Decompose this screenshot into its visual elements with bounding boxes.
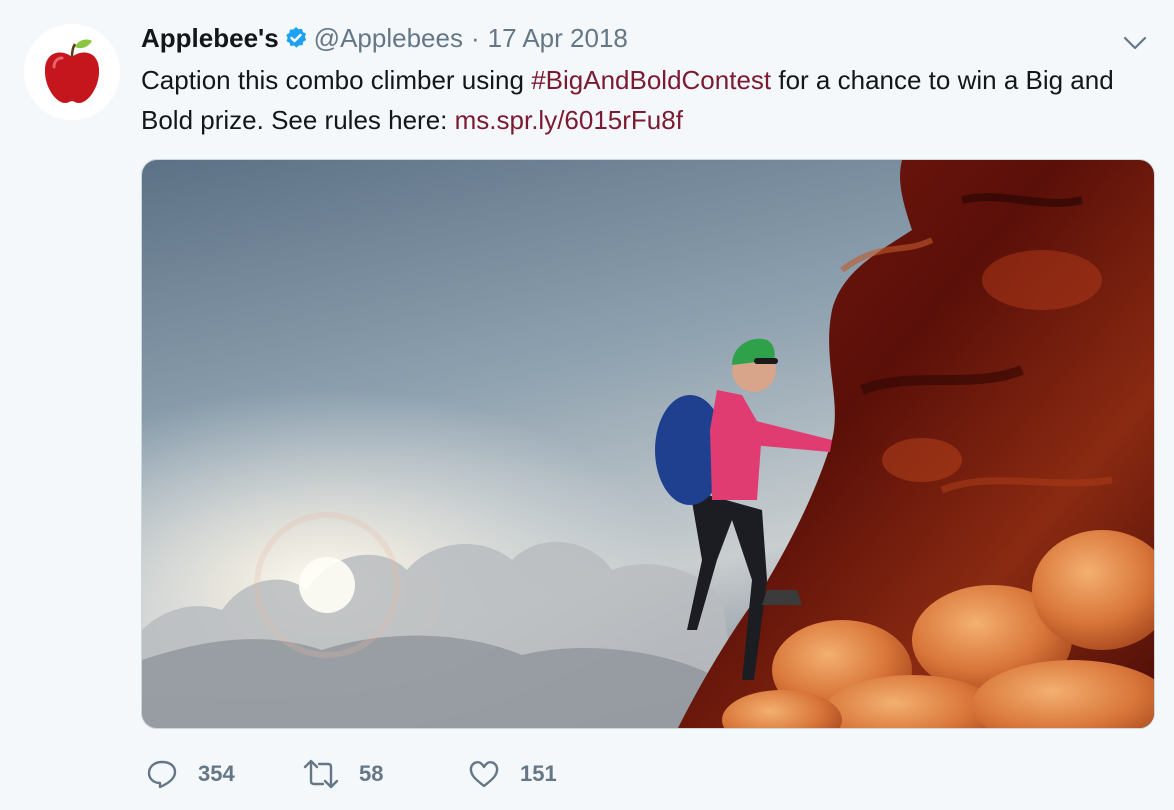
tweet-text: Caption this combo climber using #BigAnd… [141, 60, 1141, 140]
retweet-icon [303, 759, 339, 789]
retweet-count: 58 [359, 761, 384, 786]
chevron-down-icon [1123, 36, 1147, 50]
reply-icon [147, 760, 177, 789]
tweet-text-intro: Caption this combo climber using [141, 65, 532, 95]
avatar[interactable] [24, 24, 120, 120]
retweet-button[interactable]: 58 [303, 759, 468, 789]
reply-count: 354 [198, 761, 235, 786]
tweet-date[interactable]: 17 Apr 2018 [488, 23, 628, 54]
media-image [142, 160, 1154, 728]
rules-link[interactable]: ms.spr.ly/6015rFu8f [455, 105, 683, 135]
like-button[interactable]: 151 [468, 759, 557, 789]
verified-badge-icon [284, 26, 308, 50]
like-icon [469, 761, 499, 788]
hashtag-link[interactable]: #BigAndBoldContest [531, 65, 771, 95]
apple-logo-icon [44, 39, 100, 103]
more-options-button[interactable] [1120, 28, 1150, 58]
reply-button[interactable]: 354 [146, 759, 303, 789]
tweet-media[interactable] [141, 159, 1155, 729]
author-handle[interactable]: @Applebees [314, 23, 463, 54]
like-count: 151 [520, 761, 557, 786]
author-name[interactable]: Applebee's [141, 23, 279, 54]
header-separator: · [470, 22, 480, 53]
tweet-actions: 354 58 151 [146, 756, 557, 792]
tweet-header: Applebee's @Applebees · 17 Apr 2018 [141, 20, 628, 56]
